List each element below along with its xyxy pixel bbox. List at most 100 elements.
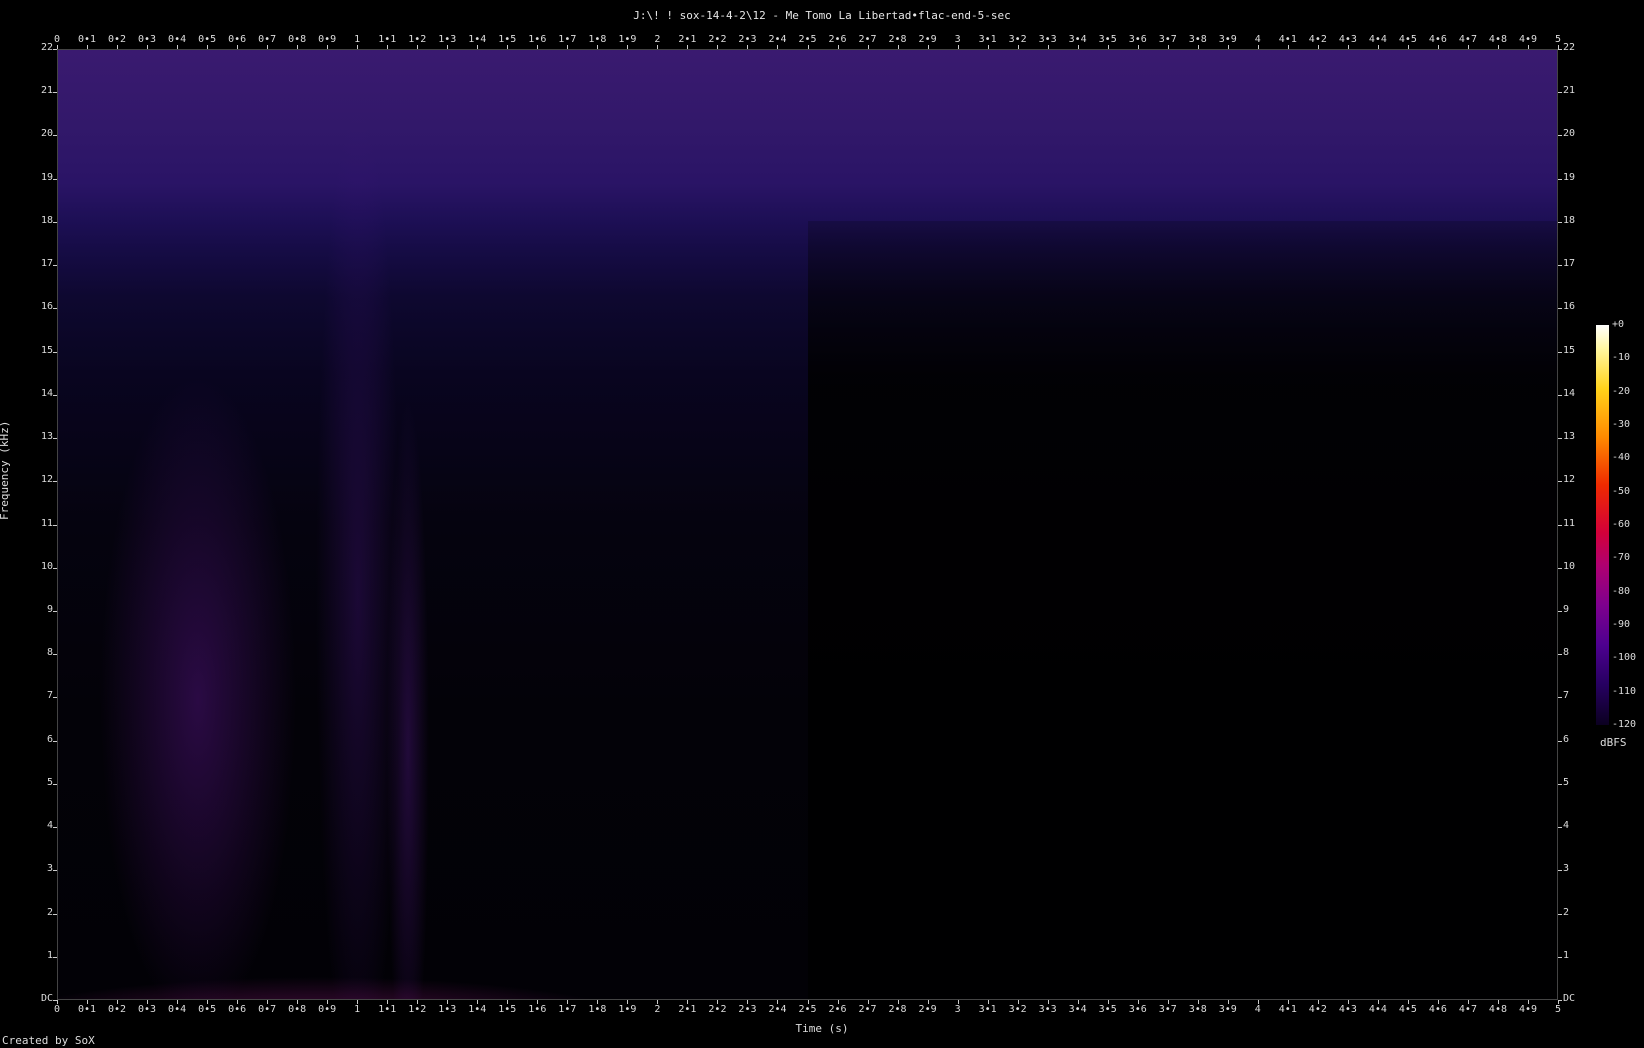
x-tick-label-bottom: 1•3: [438, 1004, 457, 1015]
x-tick-label-top: 1•1: [378, 34, 397, 45]
y-tick-mark: [1558, 913, 1562, 915]
y-tick-mark: [1558, 1000, 1562, 1001]
x-tick-label-bottom: 2•7: [858, 1004, 877, 1015]
y-tick-mark: [53, 956, 57, 958]
x-tick-mark: [957, 1000, 959, 1004]
x-tick-label-bottom: 3•1: [978, 1004, 997, 1015]
x-tick-label-bottom: 0•2: [108, 1004, 127, 1015]
colorbar-tick-label: -100: [1612, 652, 1637, 664]
y-tick-mark: [53, 438, 57, 440]
x-tick-mark: [1437, 1000, 1439, 1004]
x-tick-label-bottom: 1•6: [528, 1004, 547, 1015]
x-tick-label-top: 4•3: [1338, 34, 1357, 45]
x-tick-label-bottom: 4•6: [1428, 1004, 1447, 1015]
x-tick-label-top: 0•9: [318, 34, 337, 45]
x-tick-mark: [387, 45, 389, 49]
x-tick-mark: [1467, 45, 1469, 49]
x-tick-mark: [237, 45, 239, 49]
chart-title: J:\! ! sox-14-4-2\12 - Me Tomo La Libert…: [633, 9, 1011, 22]
x-tick-mark: [267, 1000, 269, 1004]
x-tick-mark: [1227, 45, 1229, 49]
x-tick-label-top: 2: [654, 34, 661, 45]
x-tick-label-bottom: 4•7: [1458, 1004, 1477, 1015]
colorbar-tick-label: -50: [1612, 485, 1631, 497]
x-tick-label-bottom: 5: [1554, 1004, 1562, 1015]
x-tick-label-bottom: 2•5: [798, 1004, 817, 1015]
x-tick-mark: [807, 45, 809, 49]
x-tick-mark: [987, 1000, 989, 1004]
x-tick-label-top: 3•7: [1158, 34, 1177, 45]
x-tick-label-bottom: 2•4: [768, 1004, 787, 1015]
x-tick-label-bottom: 4•2: [1308, 1004, 1327, 1015]
x-tick-mark: [477, 1000, 479, 1004]
x-tick-mark: [1257, 1000, 1259, 1004]
x-tick-mark: [147, 1000, 149, 1004]
x-tick-mark: [747, 45, 749, 49]
x-tick-mark: [447, 1000, 449, 1004]
x-tick-label-bottom: 1•2: [408, 1004, 427, 1015]
x-tick-mark: [87, 1000, 89, 1004]
y-tick-mark: [1558, 610, 1562, 612]
colorbar-tick-label: -40: [1612, 452, 1631, 464]
y-tick-mark: [1558, 783, 1562, 785]
x-tick-mark: [177, 45, 179, 49]
x-tick-label-top: 3•8: [1188, 34, 1207, 45]
x-axis-label: Time (s): [795, 1022, 849, 1035]
colorbar-tick-label: -60: [1612, 519, 1631, 530]
x-tick-mark: [1437, 45, 1439, 49]
y-tick-label-right: 21: [1563, 85, 1576, 97]
colorbar-tick-label: -70: [1612, 552, 1631, 564]
x-tick-mark: [1467, 1000, 1469, 1004]
x-tick-label-top: 0•3: [138, 34, 157, 45]
x-tick-label-top: 0•6: [228, 34, 247, 45]
x-tick-mark: [1107, 1000, 1109, 1004]
x-tick-mark: [987, 45, 989, 49]
x-tick-label-top: 2•5: [798, 34, 817, 45]
x-tick-mark: [567, 1000, 569, 1004]
y-tick-mark: [53, 351, 57, 353]
x-tick-label-bottom: 4•1: [1278, 1004, 1297, 1015]
y-tick-label-left: DC: [40, 993, 53, 1004]
x-tick-label-top: 1•7: [558, 34, 577, 45]
y-tick-mark: [1558, 740, 1562, 742]
x-tick-label-top: 2•6: [828, 34, 847, 45]
y-tick-mark: [1558, 351, 1562, 353]
x-tick-mark: [897, 1000, 899, 1004]
x-tick-mark: [1287, 1000, 1289, 1004]
x-tick-mark: [1377, 45, 1379, 49]
x-tick-label-bottom: 0•3: [138, 1004, 157, 1015]
y-tick-mark: [1558, 438, 1562, 440]
y-tick-mark: [53, 654, 57, 656]
x-tick-mark: [717, 45, 719, 49]
x-tick-mark: [717, 1000, 719, 1004]
x-tick-mark: [777, 45, 779, 49]
y-tick-mark: [1558, 265, 1562, 267]
x-tick-label-bottom: 1•4: [468, 1004, 487, 1015]
y-tick-label-right: 7: [1563, 690, 1570, 702]
x-tick-mark: [147, 45, 149, 49]
x-tick-mark: [687, 1000, 689, 1004]
y-tick-mark: [53, 394, 57, 396]
x-tick-mark: [57, 45, 58, 49]
y-tick-label-right: 5: [1563, 776, 1570, 788]
y-tick-mark: [1558, 394, 1562, 396]
x-tick-mark: [1527, 45, 1529, 49]
x-tick-label-bottom: 2•6: [828, 1004, 847, 1015]
y-tick-label-right: 11: [1563, 517, 1576, 529]
x-tick-mark: [927, 1000, 929, 1004]
y-tick-mark: [1558, 178, 1562, 180]
y-tick-label-left: 10: [40, 560, 53, 572]
y-tick-label-right: 12: [1563, 474, 1576, 486]
y-tick-mark: [53, 178, 57, 180]
x-tick-label-top: 2•7: [858, 34, 877, 45]
y-tick-mark: [1558, 308, 1562, 310]
x-tick-mark: [867, 45, 869, 49]
x-tick-mark: [867, 1000, 869, 1004]
y-tick-mark: [53, 697, 57, 699]
x-tick-mark: [117, 1000, 119, 1004]
colorbar-tick-label: -30: [1612, 419, 1631, 430]
x-tick-label-bottom: 0: [53, 1004, 61, 1015]
x-tick-label-top: 3•5: [1098, 34, 1117, 45]
y-tick-label-right: 10: [1563, 560, 1576, 572]
x-tick-mark: [837, 1000, 839, 1004]
